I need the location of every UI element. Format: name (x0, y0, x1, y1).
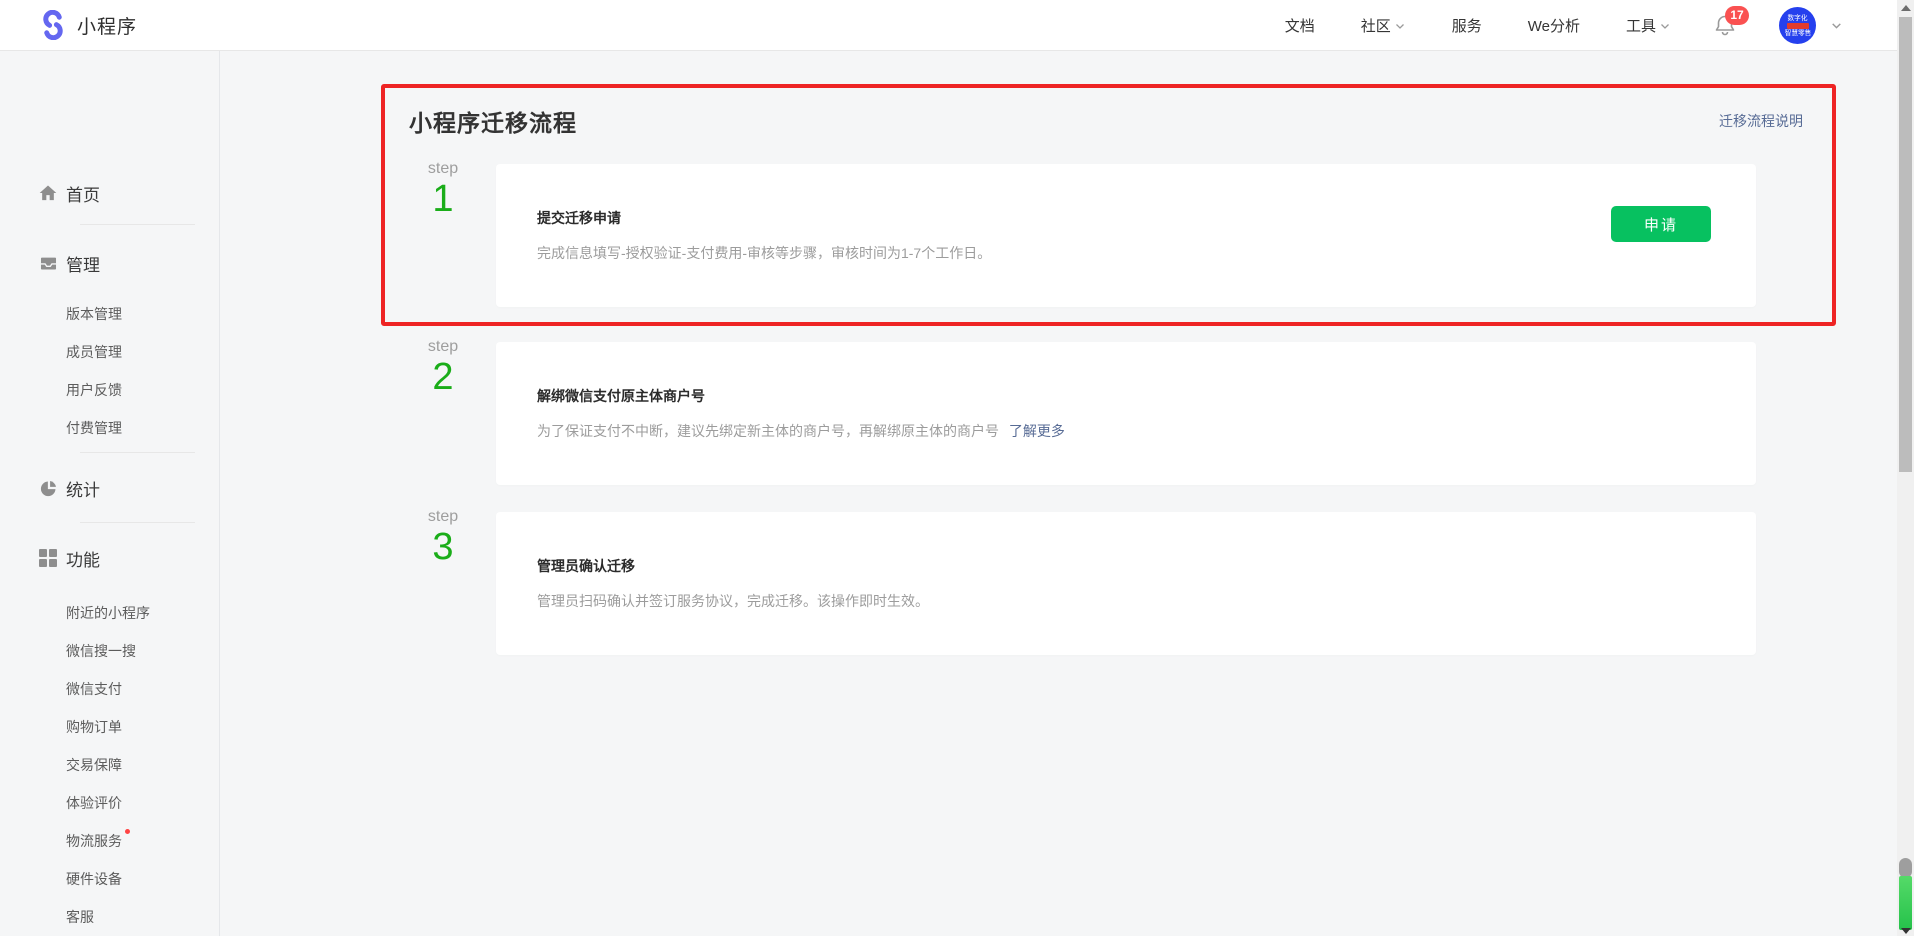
step-card-unbind-merchant: 解绑微信支付原主体商户号 为了保证支付不中断，建议先绑定新主体的商户号，再解绑原… (496, 342, 1756, 485)
sidebar-item-experience-rating[interactable]: 体验评价 (66, 793, 122, 813)
grid-icon (38, 548, 58, 568)
sidebar-item-transaction-guarantee[interactable]: 交易保障 (66, 755, 122, 775)
nav-docs[interactable]: 文档 (1285, 15, 1315, 36)
step-card-submit-application: 提交迁移申请 完成信息填写-授权验证-支付费用-审核等步骤，审核时间为1-7个工… (496, 164, 1756, 307)
account-chevron-icon[interactable] (1830, 19, 1843, 32)
chevron-down-icon (1659, 20, 1671, 32)
sidebar-item-home[interactable]: 首页 (0, 181, 220, 205)
step-label: step (414, 338, 472, 356)
brand-title: 小程序 (77, 12, 137, 39)
step-card-desc-text: 为了保证支付不中断，建议先绑定新主体的商户号，再解绑原主体的商户号 (537, 423, 999, 439)
sidebar-sub-label: 附近的小程序 (66, 603, 150, 623)
step-number: 1 (414, 178, 472, 220)
apply-button[interactable]: 申请 (1611, 206, 1711, 242)
sidebar-item-pay-manage[interactable]: 付费管理 (66, 418, 122, 438)
nav-docs-label: 文档 (1285, 15, 1315, 36)
step-label: step (414, 160, 472, 178)
avatar-text-top: 数字化 (1788, 15, 1808, 22)
nav-tools[interactable]: 工具 (1626, 15, 1671, 36)
avatar-text-bottom: 智慧零售 (1784, 30, 1811, 37)
sidebar-item-customer-service[interactable]: 客服 (66, 907, 94, 927)
sidebar-sub-label: 微信搜一搜 (66, 641, 136, 661)
red-dot-badge (125, 829, 130, 834)
top-header: 小程序 文档 社区 服务 We分析 工具 (0, 0, 1914, 51)
brand[interactable]: 小程序 (38, 10, 137, 40)
step-card-desc: 管理员扫码确认并签订服务协议，完成迁移。该操作即时生效。 (537, 591, 1756, 611)
migration-help-link[interactable]: 迁移流程说明 (1719, 111, 1803, 131)
divider (80, 522, 195, 523)
divider (80, 452, 195, 453)
pie-chart-icon (38, 478, 58, 498)
sidebar-sub-label: 硬件设备 (66, 869, 122, 889)
sidebar-item-wechat-search[interactable]: 微信搜一搜 (66, 641, 136, 661)
sidebar: 首页 管理 版本管理 成员管理 用户反馈 付费管理 (0, 51, 220, 936)
divider (80, 224, 195, 225)
scrollbar[interactable] (1897, 0, 1914, 936)
nav-service[interactable]: 服务 (1452, 15, 1482, 36)
nav-service-label: 服务 (1452, 15, 1482, 36)
learn-more-link[interactable]: 了解更多 (1009, 423, 1065, 439)
page: 小程序 文档 社区 服务 We分析 工具 (0, 0, 1914, 936)
sidebar-item-nearby-miniprogram[interactable]: 附近的小程序 (66, 603, 150, 623)
step-card-title: 解绑微信支付原主体商户号 (537, 386, 1756, 406)
nav-we-analysis[interactable]: We分析 (1528, 15, 1580, 36)
sidebar-sub-label: 体验评价 (66, 793, 122, 813)
sidebar-sub-label: 微信支付 (66, 679, 122, 699)
notifications-button[interactable]: 17 (1713, 13, 1739, 39)
sidebar-sub-label: 客服 (66, 907, 94, 927)
scroll-up-arrow-icon[interactable] (1901, 5, 1911, 11)
avatar[interactable]: 数字化 智慧零售 (1779, 7, 1816, 44)
sidebar-item-manage[interactable]: 管理 (0, 251, 220, 275)
sidebar-item-label: 首页 (66, 181, 100, 206)
sidebar-item-shopping-orders[interactable]: 购物订单 (66, 717, 122, 737)
page-title: 小程序迁移流程 (409, 104, 577, 138)
scrollbar-bottom-cap (1899, 858, 1912, 878)
sidebar-sub-label: 交易保障 (66, 755, 122, 775)
scrollbar-thumb[interactable] (1899, 17, 1912, 472)
sidebar-item-user-feedback[interactable]: 用户反馈 (66, 380, 122, 400)
step-card-desc: 完成信息填写-授权验证-支付费用-审核等步骤，审核时间为1-7个工作日。 (537, 243, 1756, 263)
nav-community[interactable]: 社区 (1361, 15, 1406, 36)
sidebar-sub-label: 付费管理 (66, 418, 122, 438)
avatar-red-band (1787, 23, 1809, 29)
step-label: step (414, 508, 472, 526)
sidebar-item-hardware-devices[interactable]: 硬件设备 (66, 869, 122, 889)
sidebar-item-features[interactable]: 功能 (0, 546, 220, 570)
sidebar-item-statistics[interactable]: 统计 (0, 476, 220, 500)
step-card-desc: 为了保证支付不中断，建议先绑定新主体的商户号，再解绑原主体的商户号 了解更多 (537, 421, 1756, 441)
sidebar-item-logistics-service[interactable]: 物流服务 (66, 831, 130, 851)
nav-community-label: 社区 (1361, 15, 1391, 36)
sidebar-item-wechat-pay[interactable]: 微信支付 (66, 679, 122, 699)
nav-tools-label: 工具 (1626, 15, 1656, 36)
sidebar-item-label: 功能 (66, 546, 100, 571)
scroll-down-arrow-icon[interactable] (1901, 928, 1911, 934)
sidebar-sub-label: 购物订单 (66, 717, 122, 737)
scrollbar-green-indicator (1899, 876, 1912, 930)
nav-we-analysis-label: We分析 (1528, 15, 1580, 36)
home-icon (38, 183, 58, 203)
sidebar-sub-label: 成员管理 (66, 342, 122, 362)
tray-icon (38, 253, 58, 273)
sidebar-item-label: 统计 (66, 476, 100, 501)
notification-badge: 17 (1725, 6, 1749, 25)
step-card-title: 提交迁移申请 (537, 208, 1756, 228)
sidebar-sub-label: 物流服务 (66, 831, 122, 851)
sidebar-sub-label: 用户反馈 (66, 380, 122, 400)
step-card-admin-confirm: 管理员确认迁移 管理员扫码确认并签订服务协议，完成迁移。该操作即时生效。 (496, 512, 1756, 655)
sidebar-item-member-manage[interactable]: 成员管理 (66, 342, 122, 362)
top-nav: 文档 社区 服务 We分析 工具 17 (1239, 0, 1843, 51)
sidebar-item-version-manage[interactable]: 版本管理 (66, 304, 122, 324)
step-card-title: 管理员确认迁移 (537, 556, 1756, 576)
miniprogram-logo-icon (38, 10, 68, 40)
step-number: 3 (414, 526, 472, 568)
sidebar-sub-label: 版本管理 (66, 304, 122, 324)
chevron-down-icon (1394, 20, 1406, 32)
step-number: 2 (414, 356, 472, 398)
sidebar-item-label: 管理 (66, 251, 100, 276)
